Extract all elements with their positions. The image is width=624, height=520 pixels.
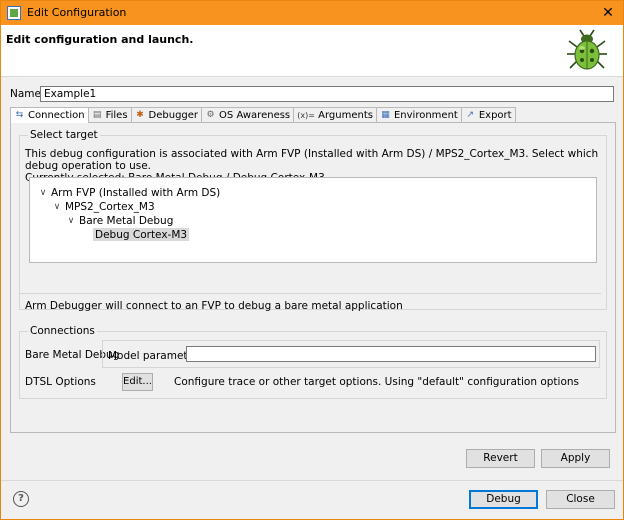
chevron-down-icon[interactable]: ∨ [66, 216, 76, 226]
name-input[interactable] [40, 86, 614, 102]
files-icon: ▤ [92, 109, 102, 120]
window-title: Edit Configuration [27, 6, 127, 19]
tree-node-label: Debug Cortex-M3 [95, 228, 188, 241]
tab-label: OS Awareness [219, 109, 291, 121]
tree-node-label: Arm FVP (Installed with Arm DS) [51, 186, 221, 199]
dtsl-options-label: DTSL Options [25, 376, 96, 388]
tree-node-selected[interactable]: Debug Cortex-M3 [93, 228, 190, 241]
tab-label: Connection [28, 110, 85, 121]
dialog-header: Edit configuration and launch. [1, 25, 623, 77]
tree-node[interactable]: ∨ MPS2_Cortex_M3 [52, 200, 155, 213]
target-tree[interactable]: ∨ Arm FVP (Installed with Arm DS) ∨ MPS2_C… [29, 177, 597, 263]
export-icon: ↗ [466, 109, 475, 120]
dtsl-description: Configure trace or other target options.… [174, 376, 579, 388]
debugger-icon: ✱ [136, 109, 144, 120]
debug-bug-icon [567, 29, 607, 70]
revert-button[interactable]: Revert [466, 449, 535, 468]
close-button[interactable]: Close [546, 490, 615, 509]
tab-connection[interactable]: ⇆ Connection [10, 107, 89, 123]
chevron-down-icon[interactable]: ∨ [52, 202, 62, 212]
tab-arguments[interactable]: (x)= Arguments [293, 107, 377, 122]
debug-button[interactable]: Debug [469, 490, 538, 509]
help-icon[interactable]: ? [13, 491, 29, 507]
tab-label: Files [105, 109, 128, 121]
close-window-icon[interactable]: ✕ [597, 3, 619, 23]
environment-icon: ▦ [381, 109, 390, 120]
os-awareness-icon: ⚙ [206, 109, 215, 120]
tree-node-label: MPS2_Cortex_M3 [65, 200, 155, 213]
tree-node[interactable]: ∨ Arm FVP (Installed with Arm DS) [38, 186, 221, 199]
tab-debugger[interactable]: ✱ Debugger [130, 107, 203, 122]
tab-bar: ⇆ Connection ▤ Files ✱ Debugger ⚙ OS Awarene… [10, 107, 516, 123]
select-target-title: Select target [28, 129, 100, 141]
dialog-heading: Edit configuration and launch. [6, 33, 194, 46]
title-bar[interactable]: Edit Configuration ✕ [1, 1, 623, 25]
tab-label: Export [478, 109, 512, 121]
model-parameters-box: Model parameters [102, 340, 600, 368]
chevron-down-icon[interactable]: ∨ [38, 188, 48, 198]
description-line: This debug configuration is associated w… [25, 148, 599, 172]
connection-info: Arm Debugger will connect to an FVP to d… [25, 300, 403, 312]
tree-node[interactable]: ∨ Bare Metal Debug [66, 214, 174, 227]
tab-os-awareness[interactable]: ⚙ OS Awareness [201, 107, 295, 122]
app-icon [7, 6, 21, 20]
edit-configuration-window: Edit Configuration ✕ Edit configuration … [0, 0, 624, 520]
divider [1, 480, 623, 481]
connections-title: Connections [28, 325, 97, 337]
divider [19, 293, 601, 294]
tab-label: Debugger [148, 109, 199, 121]
dtsl-edit-button[interactable]: Edit... [122, 373, 153, 391]
tab-label: Arguments [318, 109, 373, 121]
tab-environment[interactable]: ▦ Environment [375, 107, 462, 122]
tab-files[interactable]: ▤ Files [87, 107, 132, 122]
tree-node-label: Bare Metal Debug [79, 214, 174, 227]
tab-label: Environment [393, 109, 458, 121]
arguments-icon: (x)= [297, 110, 315, 120]
model-parameters-input[interactable] [186, 346, 596, 362]
tab-export[interactable]: ↗ Export [460, 107, 516, 122]
apply-button[interactable]: Apply [541, 449, 610, 468]
connection-icon: ⇆ [15, 110, 24, 120]
